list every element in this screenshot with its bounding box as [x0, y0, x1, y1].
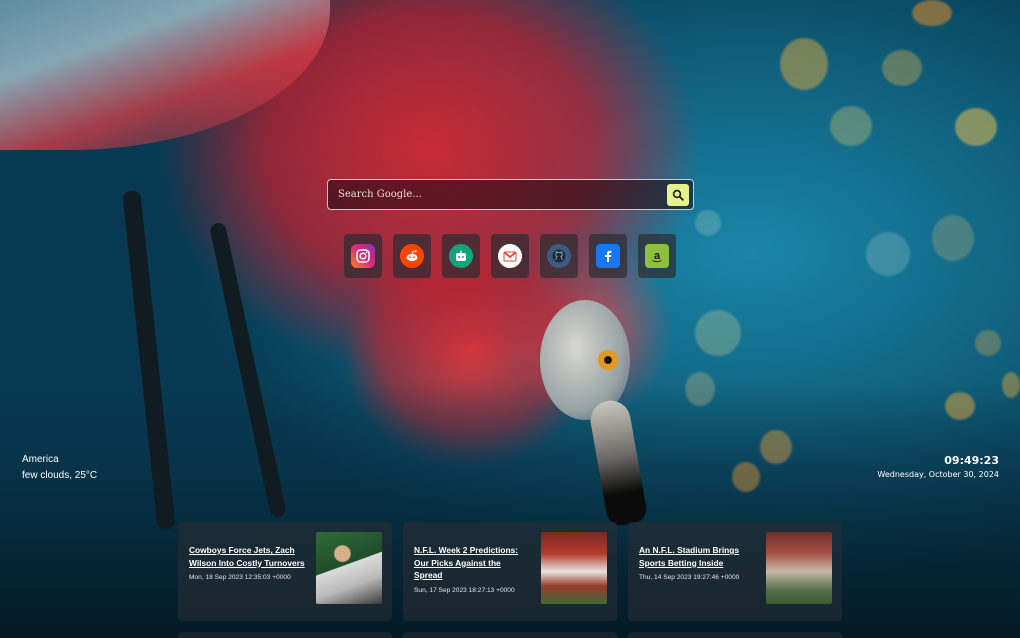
svg-text:a: a	[654, 250, 661, 262]
clock-widget: 09:49:23 Wednesday, October 30, 2024	[877, 454, 999, 479]
news-headline[interactable]: Cowboys Force Jets, Zach Wilson Into Cos…	[189, 544, 306, 569]
amazon-icon: a	[645, 244, 669, 268]
news-card-partial	[178, 632, 392, 638]
news-card[interactable]: N.F.L. Week 2 Predictions: Our Picks Aga…	[403, 522, 617, 621]
shortcut-chatbot[interactable]	[442, 234, 480, 278]
bokeh-light	[975, 330, 1001, 356]
facebook-icon	[596, 244, 620, 268]
bokeh-light	[955, 108, 997, 146]
news-feed: Cowboys Force Jets, Zach Wilson Into Cos…	[178, 522, 842, 621]
news-card-partial	[628, 632, 842, 638]
flamingo-eye	[598, 350, 618, 370]
shortcut-bar: a	[344, 234, 676, 278]
weather-condition: few clouds, 25°C	[22, 470, 98, 481]
news-card[interactable]: Cowboys Force Jets, Zach Wilson Into Cos…	[178, 522, 392, 621]
flamingo-wing	[0, 0, 330, 150]
gmail-icon	[498, 244, 522, 268]
reddit-icon	[400, 244, 424, 268]
bokeh-light	[685, 372, 715, 406]
shortcut-reddit[interactable]	[393, 234, 431, 278]
bokeh-light	[866, 232, 910, 276]
news-date: Thu, 14 Sep 2023 19:27:46 +0000	[639, 574, 740, 581]
shortcut-amazon[interactable]: a	[638, 234, 676, 278]
bokeh-light	[1002, 372, 1020, 398]
bokeh-light	[695, 310, 741, 356]
news-thumbnail[interactable]	[766, 532, 832, 604]
search-button[interactable]	[667, 183, 689, 206]
bokeh-light	[695, 210, 721, 236]
bokeh-light	[912, 0, 952, 26]
search-input[interactable]	[328, 180, 667, 209]
news-date: Mon, 18 Sep 2023 12:35:03 +0000	[189, 574, 291, 581]
news-row-partial	[178, 632, 842, 638]
news-card[interactable]: An N.F.L. Stadium Brings Sports Betting …	[628, 522, 842, 621]
weather-location: America	[22, 454, 59, 465]
search-icon	[672, 189, 684, 201]
news-thumbnail[interactable]	[541, 532, 607, 604]
bokeh-light	[932, 215, 974, 261]
weather-widget: America few clouds, 25°C	[22, 452, 97, 484]
shortcut-facebook[interactable]	[589, 234, 627, 278]
bokeh-light	[882, 50, 922, 86]
github-icon	[547, 244, 571, 268]
news-thumbnail[interactable]	[316, 532, 382, 604]
bokeh-light	[830, 106, 872, 146]
bokeh-light	[780, 38, 828, 90]
bokeh-light	[760, 430, 792, 464]
bot-icon	[449, 244, 473, 268]
instagram-icon	[351, 244, 375, 268]
search-bar[interactable]	[327, 179, 694, 210]
bokeh-light	[945, 392, 975, 420]
clock-time: 09:49:23	[944, 454, 999, 467]
shortcut-instagram[interactable]	[344, 234, 382, 278]
news-date: Sun, 17 Sep 2023 18:27:13 +0000	[414, 586, 515, 594]
shortcut-gmail[interactable]	[491, 234, 529, 278]
news-card-partial	[403, 632, 617, 638]
clock-date: Wednesday, October 30, 2024	[877, 470, 999, 479]
news-headline[interactable]: An N.F.L. Stadium Brings Sports Betting …	[639, 544, 756, 569]
bokeh-light	[732, 462, 760, 492]
news-headline[interactable]: N.F.L. Week 2 Predictions: Our Picks Aga…	[414, 544, 531, 582]
shortcut-github[interactable]	[540, 234, 578, 278]
